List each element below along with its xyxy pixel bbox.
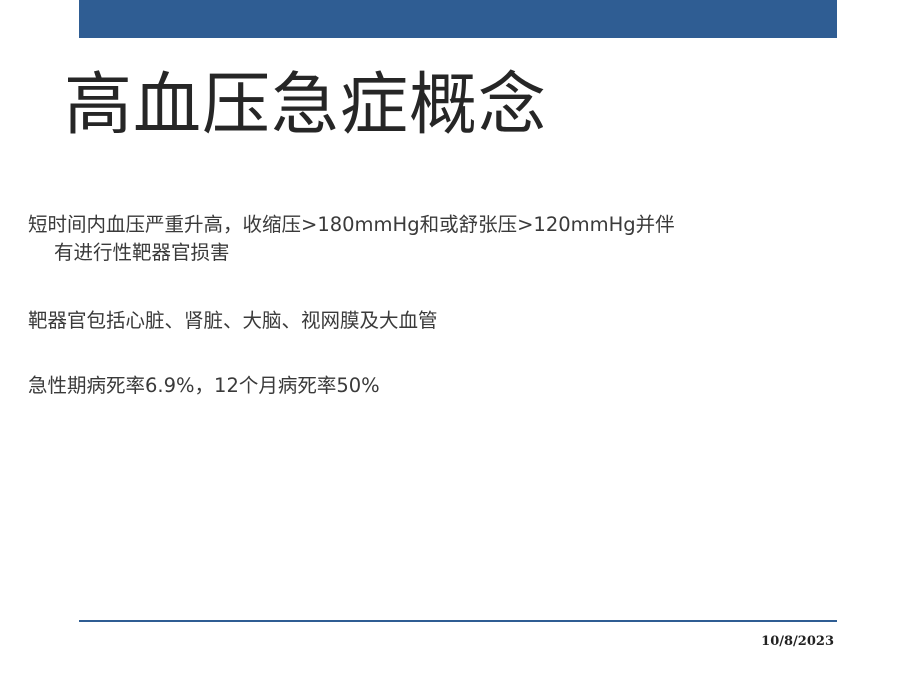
- bullet-text-continuation: 有进行性靶器官损害: [54, 241, 230, 264]
- slide: 高血压急症概念 短时间内血压严重升高，收缩压>180mmHg和或舒张压>120m…: [0, 0, 920, 690]
- slide-body: 短时间内血压严重升高，收缩压>180mmHg和或舒张压>120mmHg并伴 有进…: [28, 211, 848, 397]
- footer-divider: [79, 620, 837, 622]
- slide-title: 高血压急症概念: [64, 66, 548, 145]
- footer-date: 10/8/2023: [761, 634, 834, 649]
- bullet-item: 急性期病死率6.9%，12个月病死率50%: [28, 372, 380, 400]
- bullet-text-line: 靶器官包括心脏、肾脏、大脑、视网膜及大血管: [28, 309, 438, 332]
- bullet-text-line: 短时间内血压严重升高，收缩压>180mmHg和或舒张压>120mmHg并伴: [28, 213, 675, 236]
- bullet-item: 靶器官包括心脏、肾脏、大脑、视网膜及大血管: [28, 307, 438, 335]
- bullet-text-line: 急性期病死率6.9%，12个月病死率50%: [28, 374, 380, 397]
- header-bar: [79, 0, 837, 38]
- bullet-item: 短时间内血压严重升高，收缩压>180mmHg和或舒张压>120mmHg并伴 有进…: [28, 211, 848, 267]
